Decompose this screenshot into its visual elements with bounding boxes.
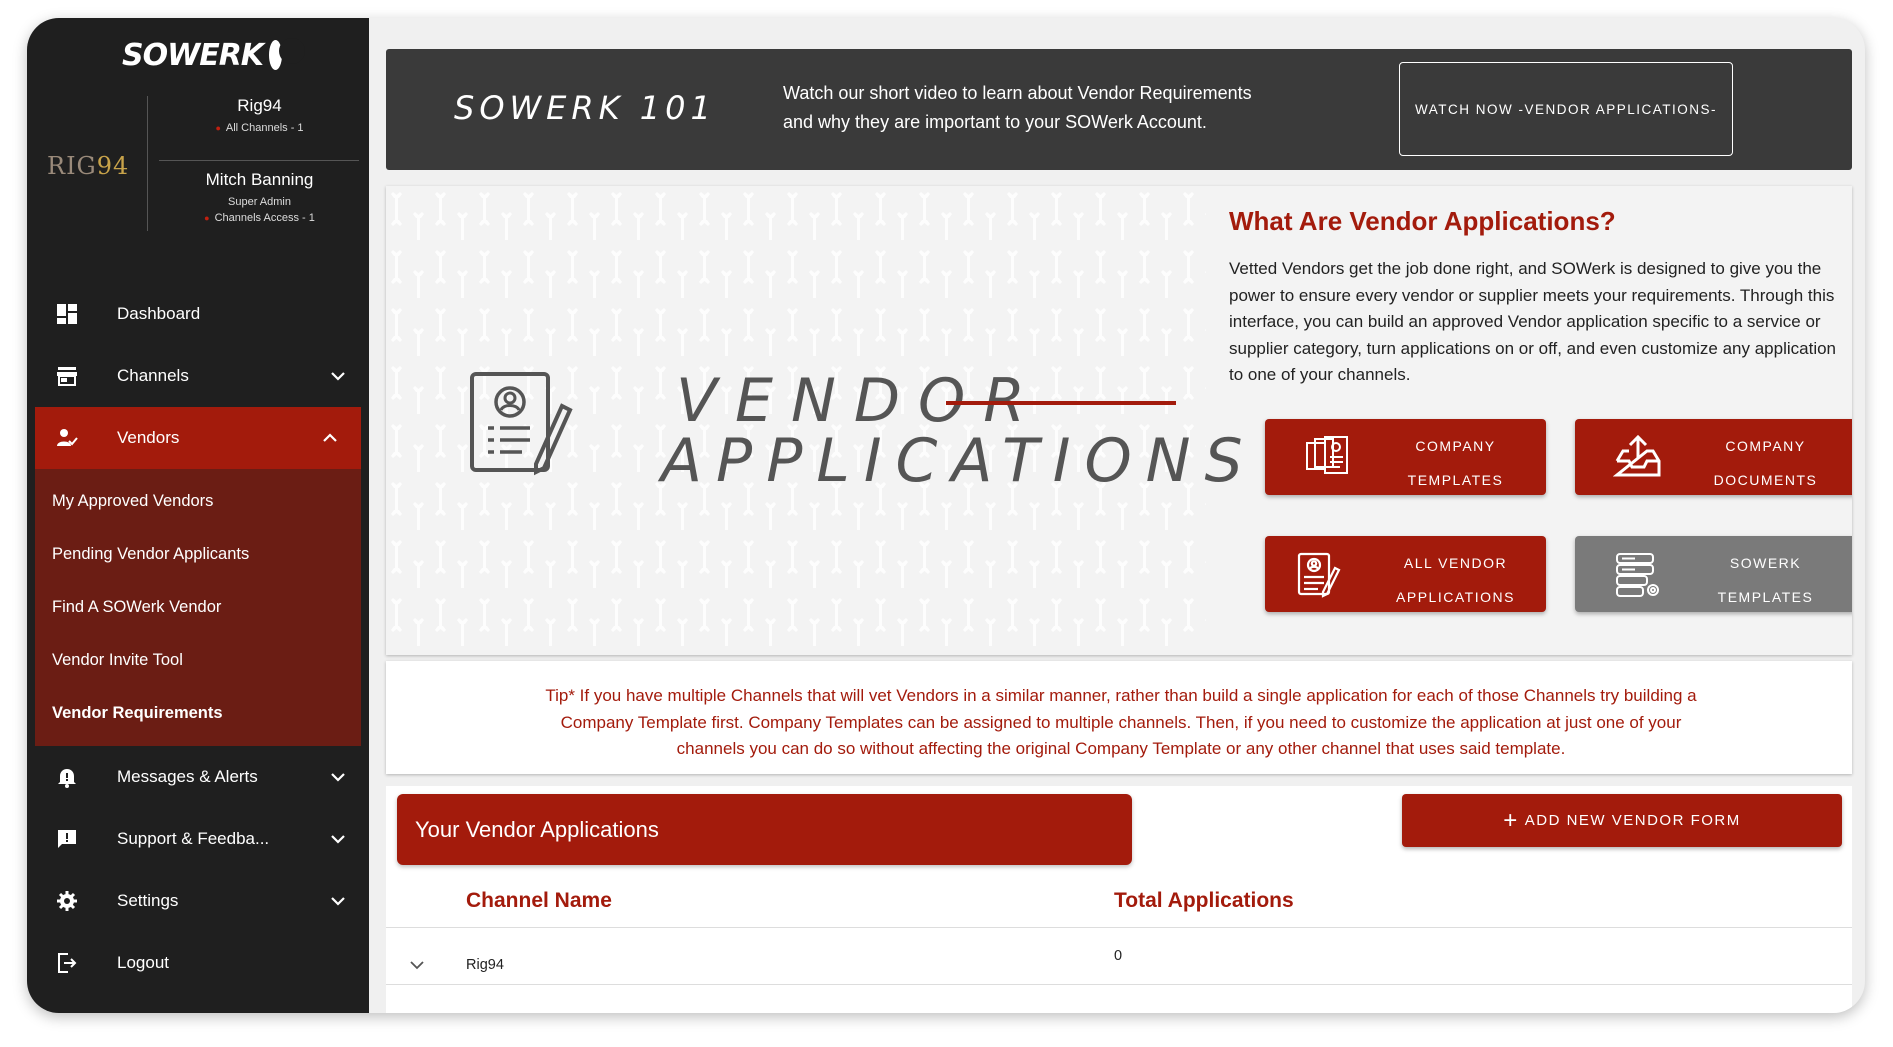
- app-window: SOWERK RIG 94 Rig94 ● All Channels - 1 Mit…: [27, 18, 1865, 1013]
- upload-tray-icon: [1613, 434, 1661, 477]
- org-logo: RIG 94: [47, 146, 147, 186]
- nav-settings[interactable]: Settings: [27, 870, 369, 932]
- company-documents-label: COMPANY DOCUMENTS: [1685, 429, 1846, 497]
- nav-vendors-label: Vendors: [117, 428, 180, 447]
- company-documents-button[interactable]: COMPANY DOCUMENTS: [1575, 419, 1852, 495]
- chevron-down-icon: [331, 372, 345, 381]
- application-icon: [1297, 552, 1341, 598]
- tip-card: Tip* If you have multiple Channels that …: [386, 661, 1852, 774]
- vendor-applications-graphic: VENDOR APPLICATIONS: [466, 356, 1243, 506]
- nav-dashboard-label: Dashboard: [117, 304, 201, 323]
- submenu-pending-vendor-applicants[interactable]: Pending Vendor Applicants: [35, 528, 361, 581]
- sowerk-logo[interactable]: SOWERK: [122, 30, 305, 80]
- tile-line: COMPANY: [1725, 438, 1806, 454]
- user-channels: ● Channels Access - 1: [157, 212, 362, 224]
- nav-logout-label: Logout: [117, 953, 169, 972]
- org-name: Rig94: [237, 96, 282, 115]
- dashboard-icon: [55, 302, 79, 326]
- feedback-icon: [55, 827, 79, 851]
- chevron-up-icon: [323, 433, 337, 442]
- nav-support-label: Support & Feedba...: [117, 829, 270, 848]
- org-channels-label: All Channels - 1: [225, 122, 304, 134]
- add-new-vendor-form-label: ADD NEW VENDOR FORM: [1524, 812, 1741, 829]
- tile-line: APPLICATIONS: [1396, 589, 1515, 605]
- nav-messages-alerts[interactable]: Messages & Alerts: [27, 746, 369, 808]
- org-logo-text: RIG: [47, 152, 97, 180]
- user-info: Mitch Banning Super Admin ● Channels Acce…: [157, 170, 362, 228]
- org-channels: ● All Channels - 1: [157, 122, 362, 134]
- vendor-applications-hero: VENDOR APPLICATIONS What Are Vendor Appl…: [386, 186, 1852, 655]
- all-vendor-applications-button[interactable]: ALL VENDOR APPLICATIONS: [1265, 536, 1546, 612]
- sidebar: SOWERK RIG 94 Rig94 ● All Channels - 1 Mit…: [27, 18, 369, 1013]
- row-channel-name: Rig94: [466, 957, 504, 973]
- divider: [386, 984, 1852, 985]
- tile-line: COMPANY: [1415, 438, 1496, 454]
- divider: [147, 96, 148, 231]
- submenu-find-sowerk-vendor[interactable]: Find A SOWerk Vendor: [35, 581, 361, 634]
- watch-now-button[interactable]: WATCH NOW -VENDOR APPLICATIONS-: [1399, 62, 1733, 156]
- org-info: Rig94 ● All Channels - 1: [157, 96, 362, 138]
- user-name: Mitch Banning: [205, 170, 314, 189]
- channel-icon: ●: [215, 123, 221, 133]
- nav-support-feedback[interactable]: Support & Feedba...: [27, 808, 369, 870]
- chevron-down-icon: [331, 835, 345, 844]
- tip-text: Tip* If you have multiple Channels that …: [545, 686, 1697, 758]
- expand-row-chevron-icon[interactable]: [408, 956, 426, 974]
- chevron-down-icon: [331, 773, 345, 782]
- column-header-channel-name[interactable]: Channel Name: [466, 889, 612, 913]
- submenu-my-approved-vendors[interactable]: My Approved Vendors: [35, 475, 361, 528]
- add-new-vendor-form-button[interactable]: + ADD NEW VENDOR FORM: [1402, 794, 1842, 847]
- tile-line: TEMPLATES: [1407, 472, 1504, 488]
- sowerk-templates-label: SOWERK TEMPLATES: [1685, 546, 1846, 614]
- row-total-applications: 0: [1114, 948, 1123, 964]
- your-vendor-applications-header: Your Vendor Applications: [397, 794, 1132, 865]
- moon-icon: [269, 38, 305, 70]
- company-templates-button[interactable]: COMPANY TEMPLATES: [1265, 419, 1546, 495]
- vendor-applications-table: Your Vendor Applications + ADD NEW VENDO…: [386, 786, 1852, 1013]
- nav-dashboard[interactable]: Dashboard: [27, 283, 369, 345]
- nav-vendors[interactable]: Vendors: [35, 407, 361, 469]
- user-check-icon: [55, 426, 79, 450]
- graphic-red-line: [946, 401, 1176, 405]
- application-document-icon: [470, 372, 573, 476]
- channel-icon: ●: [204, 213, 210, 223]
- nav-channels[interactable]: Channels: [27, 345, 369, 407]
- column-header-total-applications[interactable]: Total Applications: [1114, 889, 1294, 913]
- org-logo-number: 94: [96, 152, 130, 180]
- nav-logout[interactable]: Logout: [27, 932, 369, 994]
- submenu-vendor-requirements[interactable]: Vendor Requirements: [35, 687, 361, 740]
- all-vendor-applications-label: ALL VENDOR APPLICATIONS: [1375, 546, 1536, 614]
- nav-settings-label: Settings: [117, 891, 179, 910]
- logo-text: SOWERK: [122, 37, 264, 73]
- gear-icon: [55, 889, 79, 913]
- banner-title: SOWERK 101: [454, 89, 716, 127]
- main-nav: Dashboard Channels Vendors My Approved V…: [27, 283, 369, 994]
- banner-text: Watch our short video to learn about Ven…: [783, 83, 1252, 132]
- tile-line: SOWERK: [1729, 555, 1802, 571]
- tile-line: ALL VENDOR: [1403, 555, 1508, 571]
- tile-line: DOCUMENTS: [1713, 472, 1818, 488]
- hero-description: Vetted Vendors get the job done right, a…: [1229, 259, 1837, 384]
- user-channels-label: Channels Access - 1: [214, 212, 315, 224]
- bell-alert-icon: [55, 765, 79, 789]
- graphic-word-applications: APPLICATIONS: [661, 426, 1257, 496]
- divider: [386, 927, 1852, 928]
- user-role: Super Admin: [228, 196, 291, 208]
- vendors-submenu: My Approved Vendors Pending Vendor Appli…: [35, 469, 361, 746]
- logout-icon: [55, 951, 79, 975]
- templates-icon: [1306, 436, 1348, 474]
- tile-line: TEMPLATES: [1717, 589, 1814, 605]
- sowerk-templates-button[interactable]: SOWERK TEMPLATES: [1575, 536, 1852, 612]
- store-icon: [55, 364, 79, 388]
- nav-channels-label: Channels: [117, 366, 189, 385]
- company-templates-label: COMPANY TEMPLATES: [1375, 429, 1536, 497]
- submenu-vendor-invite-tool[interactable]: Vendor Invite Tool: [35, 634, 361, 687]
- nav-messages-label: Messages & Alerts: [117, 767, 258, 786]
- divider: [159, 160, 359, 161]
- server-gear-icon: [1616, 553, 1659, 597]
- chevron-down-icon: [331, 897, 345, 906]
- sowerk-101-banner: SOWERK 101 Watch our short video to lear…: [386, 49, 1852, 170]
- plus-icon: +: [1503, 806, 1519, 834]
- hero-title: What Are Vendor Applications?: [1229, 206, 1616, 236]
